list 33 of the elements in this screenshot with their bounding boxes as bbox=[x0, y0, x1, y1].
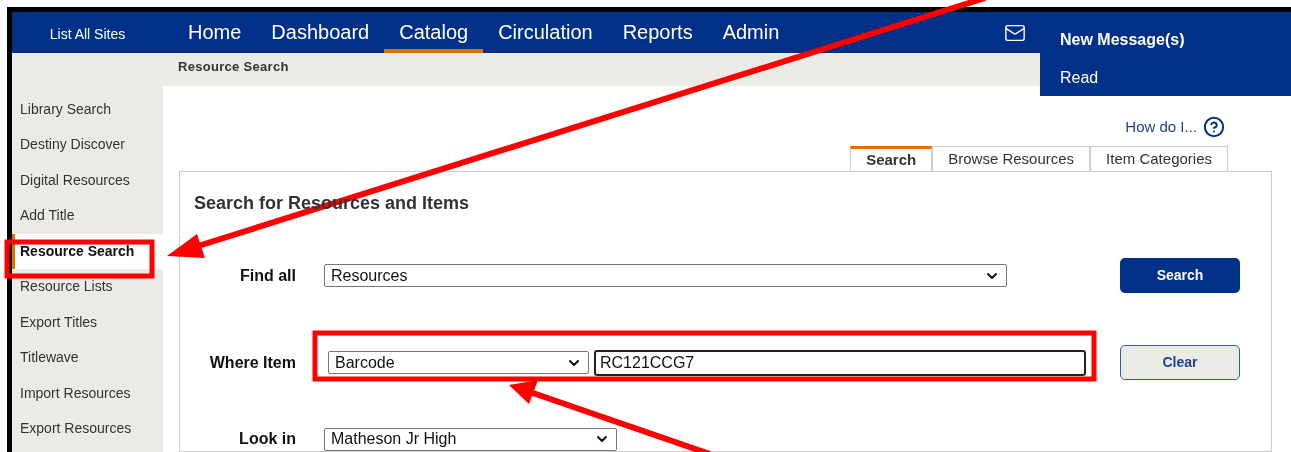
sidebar-item[interactable]: Add Title bbox=[12, 198, 163, 234]
sidebar-item[interactable]: Destiny Discover bbox=[12, 127, 163, 163]
field-label: Look in bbox=[238, 429, 296, 449]
nav-tab[interactable]: Admin bbox=[707, 12, 795, 53]
sidebar-item[interactable]: Titlewave bbox=[12, 340, 163, 376]
read-link[interactable]: Read bbox=[1060, 66, 1291, 90]
dropdown[interactable]: Barcode bbox=[328, 351, 589, 374]
tab[interactable]: Item Categories bbox=[1090, 146, 1228, 171]
sidebar-item[interactable]: Library Search bbox=[12, 91, 163, 127]
sidebar-item[interactable]: Digital Resources bbox=[12, 162, 163, 198]
search-button[interactable]: Search bbox=[1120, 258, 1240, 293]
tab[interactable]: Browse Resources bbox=[932, 146, 1091, 171]
help-link[interactable]: How do I... bbox=[1125, 115, 1197, 138]
tab[interactable]: Search bbox=[850, 146, 933, 171]
field-label: Find all bbox=[239, 265, 296, 286]
sidebar-item[interactable]: Export Resources bbox=[12, 411, 163, 447]
dropdown[interactable]: Resources bbox=[324, 264, 1007, 287]
dropdown[interactable]: Matheson Jr High bbox=[324, 427, 617, 451]
mail-icon[interactable] bbox=[1004, 22, 1026, 44]
sidebar-item[interactable]: Export Titles bbox=[12, 304, 163, 340]
nav-tab[interactable]: Home bbox=[173, 12, 257, 53]
sidebar-item[interactable]: Resource Lists bbox=[12, 269, 163, 305]
clear-button[interactable]: Clear bbox=[1120, 345, 1240, 380]
messages-title: New Message(s) bbox=[1060, 30, 1186, 50]
field-label: Where Item bbox=[208, 352, 296, 373]
site-link[interactable]: List All Sites bbox=[49, 24, 126, 45]
nav-tab[interactable]: Dashboard bbox=[256, 12, 385, 53]
nav-tab[interactable]: Reports bbox=[607, 12, 708, 53]
barcode-field[interactable]: RC121CCG7 bbox=[594, 349, 1086, 376]
sidebar-item[interactable]: Import Resources bbox=[12, 375, 163, 411]
nav-tab[interactable]: Circulation bbox=[483, 12, 608, 53]
breadcrumb: Resource Search bbox=[178, 58, 289, 76]
help-icon[interactable] bbox=[1203, 115, 1225, 138]
